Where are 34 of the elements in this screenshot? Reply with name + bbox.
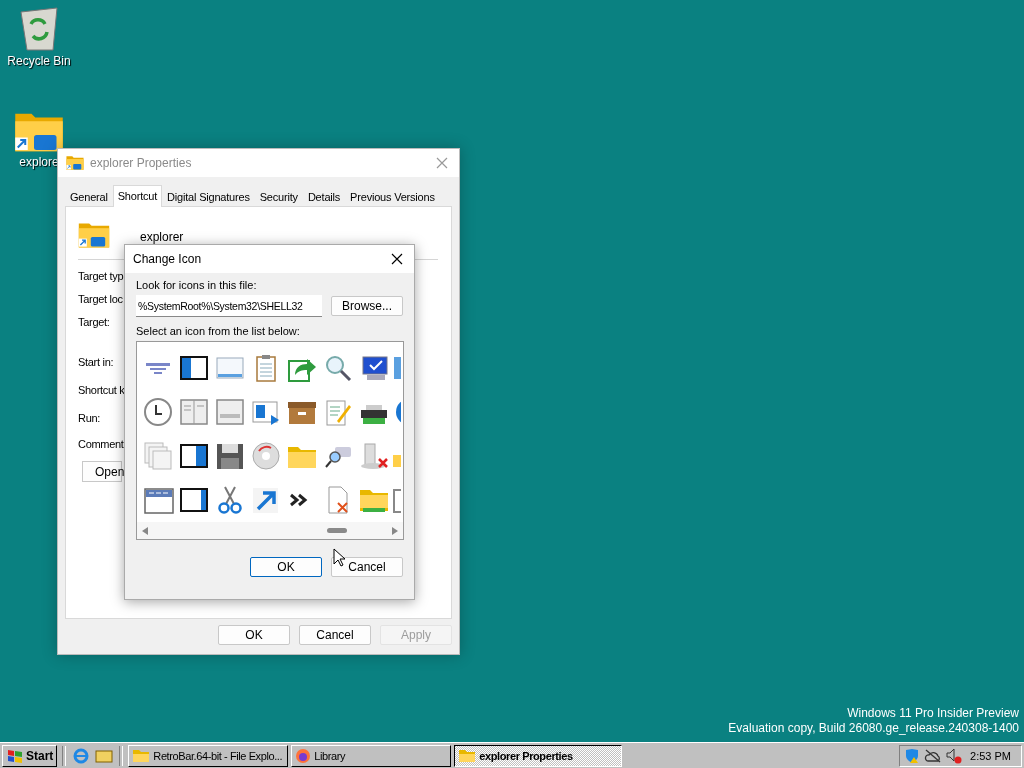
field-label: Start in:	[78, 356, 114, 368]
field-label: Shortcut k	[78, 384, 125, 396]
dialog-button[interactable]: OK	[218, 625, 290, 645]
list-label: Select an icon from the list below:	[136, 325, 301, 337]
tab[interactable]: Digital Signatures	[162, 187, 255, 206]
dialog-button[interactable]: OK	[250, 557, 322, 577]
dialog-button[interactable]: Cancel	[299, 625, 371, 645]
tab[interactable]: Details	[302, 187, 346, 206]
version-text: Evaluation copy, Build 26080.ge_release.240308-1400	[728, 721, 1019, 736]
browse-button[interactable]: Browse...	[331, 296, 403, 316]
window-title: explorer Properties	[90, 156, 193, 170]
field-label: Target loc	[78, 293, 123, 305]
tab[interactable]: Shortcut	[112, 185, 163, 207]
field-label: Run:	[78, 412, 101, 424]
start-button[interactable]: Start	[2, 744, 58, 767]
clock[interactable]: 2:53 PM	[970, 749, 1011, 762]
tab[interactable]: Previous Versions	[345, 187, 440, 206]
field-label: Target:	[78, 316, 110, 328]
version-text: Windows 11 Pro Insider Preview	[847, 706, 1019, 721]
file-label: Look for icons in this file:	[136, 279, 258, 291]
desktop-icon-label[interactable]: explore	[19, 154, 59, 169]
shortcut-name: explorer	[140, 230, 184, 244]
taskbar-button[interactable]: explorer Properties	[454, 744, 623, 767]
dialog-button[interactable]: Cancel	[331, 557, 403, 577]
field-label: Target typ	[78, 270, 124, 282]
dialog-title: Change Icon	[133, 252, 203, 266]
taskbar-button[interactable]: Library	[291, 744, 452, 767]
tab[interactable]: General	[65, 187, 113, 206]
taskbar-button[interactable]: RetroBar.64-bit - File Explo...	[128, 744, 289, 767]
desktop-icon-label[interactable]: Recycle Bin	[7, 54, 71, 68]
field-label: Comment:	[78, 438, 127, 450]
tab[interactable]: Security	[254, 187, 303, 206]
open-location-button[interactable]: Open	[82, 461, 122, 482]
file-path-field[interactable]: %SystemRoot%\System32\SHELL32	[136, 295, 322, 317]
